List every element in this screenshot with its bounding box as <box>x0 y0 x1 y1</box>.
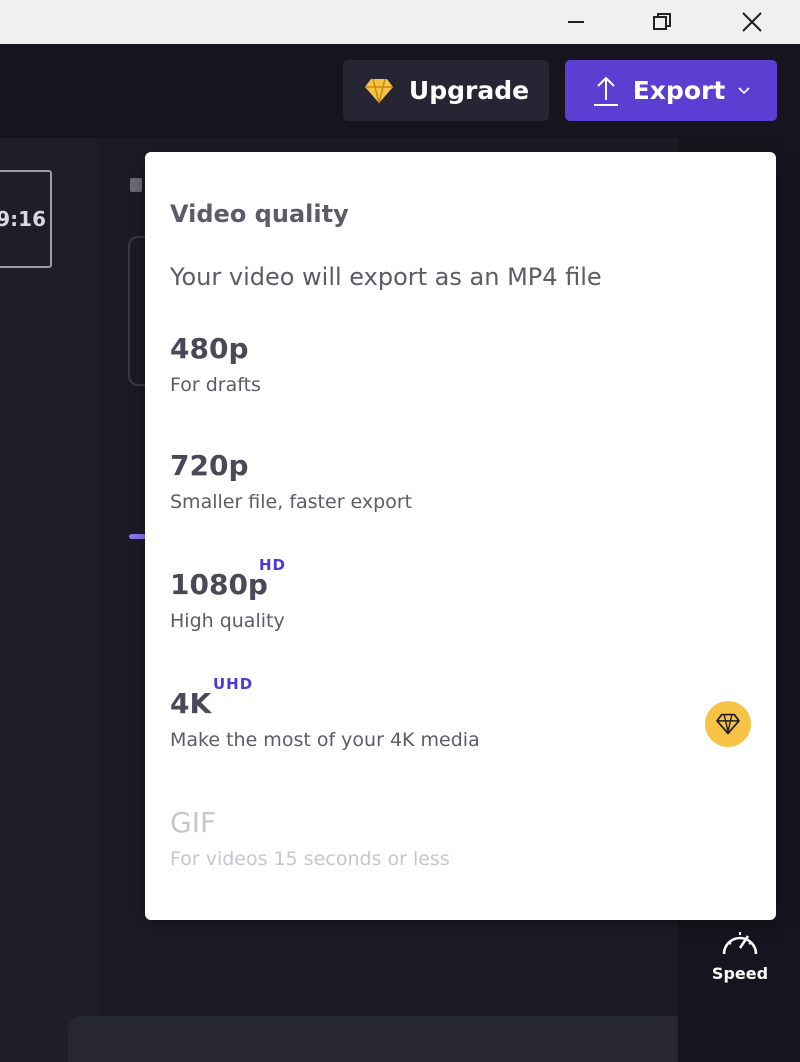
upload-icon <box>593 76 618 106</box>
diamond-icon <box>716 713 740 735</box>
left-panel <box>0 138 98 1062</box>
aspect-ratio-label: 9:16 <box>0 207 46 231</box>
option-name: 4K <box>170 687 212 720</box>
timeline-tab <box>68 1016 678 1062</box>
speed-tool[interactable]: Speed <box>700 924 780 1004</box>
option-description: Make the most of your 4K media <box>170 729 480 751</box>
uhd-badge: UHD <box>213 675 254 693</box>
panel-icon <box>130 178 142 192</box>
speedometer-icon <box>722 932 758 955</box>
close-icon <box>742 12 762 32</box>
menu-subtitle: Your video will export as an MP4 file <box>170 263 602 291</box>
option-description: High quality <box>170 610 285 632</box>
premium-badge <box>705 701 751 747</box>
option-description: Smaller file, faster export <box>170 491 413 513</box>
quality-option-480p[interactable]: 480p For drafts <box>145 332 776 442</box>
quality-option-1080p[interactable]: 1080p HD High quality <box>145 556 776 678</box>
quality-option-4k[interactable]: 4K UHD Make the most of your 4K media <box>145 675 776 797</box>
restore-icon <box>653 13 671 30</box>
chevron-down-icon <box>738 86 750 94</box>
export-label: Export <box>632 76 726 105</box>
option-description: For drafts <box>170 374 261 396</box>
hd-badge: HD <box>259 556 287 574</box>
aspect-ratio-button[interactable]: 9:16 <box>0 170 52 268</box>
menu-title: Video quality <box>170 200 349 228</box>
quality-option-gif: GIF For videos 15 seconds or less <box>145 806 776 916</box>
quality-option-720p[interactable]: 720p Smaller file, faster export <box>145 449 776 559</box>
export-quality-menu: Video quality Your video will export as … <box>145 152 776 920</box>
upgrade-label: Upgrade <box>408 76 530 105</box>
option-name: 1080p <box>170 568 268 601</box>
close-window-button[interactable] <box>730 0 774 44</box>
minimize-icon <box>568 21 584 23</box>
restore-button[interactable] <box>640 0 684 44</box>
window-titlebar <box>0 0 800 44</box>
option-name: 720p <box>170 449 249 482</box>
diamond-icon <box>364 78 393 103</box>
option-description: For videos 15 seconds or less <box>170 848 450 870</box>
upgrade-button[interactable]: Upgrade <box>343 60 549 121</box>
option-name: 480p <box>170 332 249 365</box>
speed-label: Speed <box>711 964 769 983</box>
minimize-button[interactable] <box>554 0 598 44</box>
option-name: GIF <box>170 806 217 839</box>
export-button[interactable]: Export <box>565 60 777 121</box>
